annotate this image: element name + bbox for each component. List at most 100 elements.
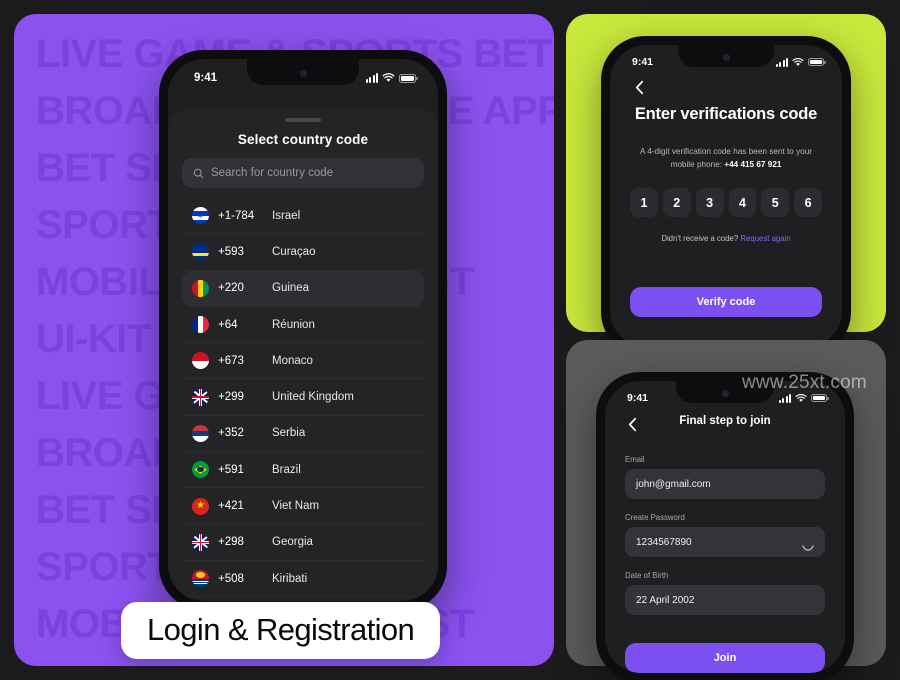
search-icon (193, 168, 204, 178)
country-row[interactable]: +593 Curaçao (182, 234, 424, 271)
back-button[interactable] (630, 78, 648, 96)
join-button[interactable]: Join (625, 643, 825, 673)
wifi-icon (795, 393, 807, 402)
country-row[interactable]: +352 Serbia (182, 416, 424, 453)
otp-digit-box[interactable]: 5 (761, 188, 790, 218)
page-title: Final step to join (679, 415, 771, 427)
registration-header: Final step to join (605, 404, 845, 433)
country-name: Viet Nam (272, 500, 320, 513)
form-input[interactable]: john@gmail.com (625, 469, 825, 499)
cellular-signal-icon (778, 393, 791, 403)
registration-form: Email john@gmail.com Create Password 123456… (605, 433, 845, 615)
country-list[interactable]: ✡ +1-784 Israel +593 Curaçao +220 Guinea +64 Réu… (182, 198, 424, 598)
country-dial-code: +64 (218, 318, 238, 331)
otp-digit-box[interactable]: 1 (630, 188, 658, 218)
flag-icon (192, 461, 209, 479)
form-input[interactable]: 1234567890 (625, 527, 825, 557)
country-name: United Kingdom (272, 391, 354, 404)
resend-label: Didn't receive a code? (661, 234, 739, 244)
country-name: Curaçao (272, 245, 316, 258)
verify-code-button[interactable]: Verify code (630, 287, 822, 317)
flag-icon (192, 533, 209, 551)
country-name: Georgia (272, 536, 313, 549)
search-placeholder: Search for country code (211, 167, 334, 179)
flag-icon (192, 570, 209, 588)
page-title: Enter verifications code (634, 105, 818, 123)
country-dial-code: +421 (218, 500, 244, 513)
country-dial-code: +352 (218, 427, 244, 440)
country-name: Guinea (272, 282, 310, 295)
sheet-title: Select country code (237, 132, 369, 147)
form-input[interactable]: 22 April 2002 (625, 585, 825, 615)
flag-icon: ✡ (192, 207, 209, 225)
country-row[interactable]: +299 United Kingdom (182, 379, 424, 416)
verification-subtitle: A 4-digit verification code has been sen… (630, 146, 822, 171)
country-row[interactable]: +673 Monaco (182, 343, 424, 380)
country-code-sheet: Select country code Search for country c… (168, 109, 438, 601)
wifi-icon (382, 73, 395, 82)
status-bar: 9:41 (605, 381, 845, 404)
flag-icon (192, 279, 209, 297)
country-dial-code: +591 (218, 463, 244, 476)
field-label: Create Password (625, 513, 685, 522)
country-row[interactable]: ✡ +1-784 Israel (182, 198, 424, 235)
phone-verification: 9:41 Enter verifications code A 4-digit … (601, 36, 851, 356)
cellular-signal-icon (775, 57, 788, 67)
field-label: Date of Birth (625, 571, 669, 580)
country-name: Serbia (272, 427, 306, 440)
left-showcase-panel: LIVE GAME & SPORTS BETBROADCAST · MOBILE… (14, 14, 554, 666)
section-badge-label: Login & Registration (147, 612, 415, 647)
flag-icon (192, 316, 209, 334)
battery-icon (808, 57, 826, 67)
phone-country-code: 9:41 Select country code Search for coun… (159, 50, 447, 610)
flag-icon (192, 388, 209, 406)
field-value: 22 April 2002 (636, 594, 695, 606)
field-value: john@gmail.com (636, 478, 711, 490)
country-name: Monaco (272, 354, 313, 367)
country-dial-code: +1-784 (218, 209, 255, 222)
chevron-left-icon (635, 80, 643, 94)
otp-digit-box[interactable]: 3 (695, 188, 724, 218)
country-row[interactable]: +220 Guinea (182, 270, 424, 307)
country-dial-code: +220 (218, 282, 244, 295)
field-label: Email (625, 455, 645, 464)
country-row[interactable]: +64 Réunion (182, 307, 424, 344)
eye-icon[interactable] (802, 539, 814, 551)
otp-digit-box[interactable]: 2 (662, 188, 691, 218)
resend-row: Didn't receive a code? Request again (630, 234, 822, 243)
country-dial-code: +673 (218, 354, 244, 367)
section-badge: Login & Registration (121, 602, 441, 659)
field-value: 1234567890 (636, 536, 692, 548)
flag-icon (192, 352, 209, 370)
otp-digit-box[interactable]: 6 (794, 188, 822, 218)
verification-phone-number: +44 415 67 921 (724, 159, 782, 169)
battery-icon (399, 73, 418, 83)
country-name: Brazil (272, 463, 301, 476)
country-row[interactable]: +591 Brazil (182, 452, 424, 489)
flag-icon: ★ (192, 497, 209, 515)
status-time: 9:41 (632, 56, 654, 68)
country-row[interactable]: +298 Georgia (182, 525, 424, 561)
battery-icon (811, 393, 829, 403)
screenshot-canvas: LIVE GAME & SPORTS BETBROADCAST · MOBILE… (0, 0, 900, 680)
verification-body: Enter verifications code A 4-digit verif… (610, 68, 842, 317)
country-dial-code: +299 (218, 391, 244, 404)
request-again-link[interactable]: Request again (740, 234, 790, 243)
otp-digit-box[interactable]: 4 (728, 188, 757, 218)
country-dial-code: +593 (218, 245, 244, 258)
flag-icon (192, 424, 209, 442)
sheet-grabber[interactable] (285, 118, 321, 122)
country-name: Réunion (272, 318, 315, 331)
country-name: Israel (272, 209, 301, 222)
country-dial-code: +298 (218, 536, 244, 549)
phone-registration: 9:41 Final step to join Email john@gmail… (596, 372, 854, 680)
wifi-icon (792, 57, 804, 66)
country-row[interactable]: +508 Kiribati (182, 561, 424, 598)
status-time: 9:41 (627, 392, 649, 404)
country-name: Kiribati (272, 572, 308, 585)
country-row[interactable]: ★ +421 Viet Nam (182, 488, 424, 525)
status-bar: 9:41 (168, 59, 438, 84)
cellular-signal-icon (365, 73, 378, 83)
otp-input-group[interactable]: 123456 (630, 188, 822, 218)
search-input[interactable]: Search for country code (182, 158, 424, 188)
